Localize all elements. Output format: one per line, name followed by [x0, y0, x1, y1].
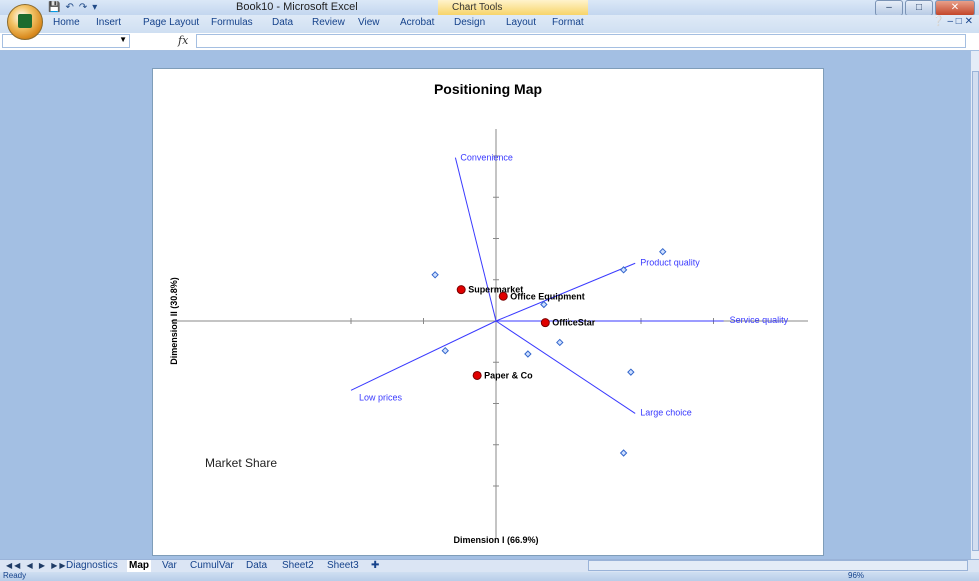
- vertical-scrollbar[interactable]: [970, 51, 979, 559]
- tab-layout[interactable]: Layout: [506, 17, 536, 28]
- diamond-point-6: [659, 247, 667, 256]
- title-bar: 💾 ↶ ↷ ▾ Book10 - Microsoft Excel Chart T…: [0, 0, 979, 16]
- vector-line-0: [454, 157, 497, 322]
- sheet-tab-data[interactable]: Data: [246, 560, 267, 572]
- company-label-3: Paper & Co: [484, 370, 533, 380]
- sheet-tab-map[interactable]: Map: [127, 560, 151, 572]
- status-bar: Ready 96%: [0, 571, 979, 581]
- tab-review[interactable]: Review: [312, 17, 345, 28]
- tab-view[interactable]: View: [358, 17, 380, 28]
- sheet-tab-var[interactable]: Var: [162, 560, 177, 572]
- y-axis-label: Dimension II (30.8%): [169, 277, 179, 365]
- diamond-point-7: [627, 368, 635, 376]
- undo-icon[interactable]: ↶: [65, 2, 73, 13]
- customize-qat-icon[interactable]: ▾: [92, 2, 97, 13]
- office-button[interactable]: [7, 4, 43, 40]
- diamond-point-5: [619, 266, 628, 274]
- close-icon[interactable]: ✕: [935, 0, 975, 16]
- company-point-1: [498, 291, 508, 301]
- company-label-2: OfficeStar: [552, 318, 596, 328]
- diamond-point-1: [441, 346, 449, 355]
- company-point-0: [456, 285, 466, 295]
- insert-sheet-icon[interactable]: ✚: [371, 560, 379, 572]
- diamond-point-3: [524, 350, 532, 358]
- vector-line-3: [495, 320, 636, 414]
- status-text: Ready: [3, 571, 27, 580]
- save-icon[interactable]: 💾: [48, 2, 60, 13]
- formula-input[interactable]: [196, 34, 966, 48]
- diamond-point-4: [556, 338, 564, 347]
- chart-plot: Dimension I (66.9%) Dimension II (30.8%) C…: [169, 129, 808, 545]
- x-axis-label: Dimension I (66.9%): [453, 535, 538, 545]
- redo-icon[interactable]: ↷: [79, 2, 87, 13]
- office-logo-icon: [18, 14, 32, 28]
- vector-label-1: Product quality: [640, 257, 700, 267]
- company-label-1: Office Equipment: [510, 291, 585, 301]
- company-point-2: [540, 318, 550, 328]
- tab-data[interactable]: Data: [272, 17, 293, 28]
- chevron-down-icon[interactable]: ▼: [119, 35, 127, 44]
- diamond-point-8: [619, 449, 628, 457]
- company-point-3: [472, 370, 482, 380]
- vector-label-3: Large choice: [640, 407, 692, 417]
- formula-bar: ▼ fx: [0, 33, 979, 51]
- quick-access-toolbar: 💾 ↶ ↷ ▾: [48, 0, 97, 15]
- scroll-thumb[interactable]: [972, 71, 979, 551]
- sheet-tab-sheet3[interactable]: Sheet3: [327, 560, 359, 572]
- insert-function-button[interactable]: fx: [178, 34, 188, 47]
- sheet-tab-cumulvar[interactable]: CumulVar: [190, 560, 234, 572]
- window-title: Book10 - Microsoft Excel: [236, 1, 358, 13]
- vector-label-0: Convenience: [460, 153, 513, 163]
- diamond-point-0: [431, 271, 439, 279]
- window-controls: – □ ✕: [875, 0, 975, 16]
- sheet-nav-arrows-icon[interactable]: ◀◀ ◀ ▶ ▶▶: [6, 561, 68, 570]
- maximize-icon[interactable]: □: [905, 0, 933, 16]
- sheet-tab-sheet2[interactable]: Sheet2: [282, 560, 314, 572]
- tab-page-layout[interactable]: Page Layout: [143, 17, 199, 28]
- tab-insert[interactable]: Insert: [96, 17, 121, 28]
- sheet-tab-diagnostics[interactable]: Diagnostics: [66, 560, 118, 572]
- horizontal-scrollbar[interactable]: [588, 560, 968, 571]
- ribbon-tab-bar: Home Insert Page Layout Formulas Data Re…: [0, 15, 979, 34]
- tab-home[interactable]: Home: [53, 17, 80, 28]
- vector-label-2: Service quality: [730, 315, 789, 325]
- tab-format[interactable]: Format: [552, 17, 584, 28]
- help-icon[interactable]: ❔ – □ ✕: [932, 16, 973, 27]
- zoom-level[interactable]: 96%: [848, 571, 864, 580]
- tab-formulas[interactable]: Formulas: [211, 17, 253, 28]
- minimize-icon[interactable]: –: [875, 0, 903, 16]
- market-share-textbox: Market Share: [205, 456, 277, 470]
- tab-acrobat[interactable]: Acrobat: [400, 17, 434, 28]
- vector-line-4: [350, 320, 497, 391]
- tab-design[interactable]: Design: [454, 17, 485, 28]
- chart-object[interactable]: Positioning Map Dimension I (66.9%) Dimen…: [152, 68, 824, 556]
- chart-tools-context-tab: Chart Tools: [438, 0, 588, 15]
- vector-label-4: Low prices: [359, 392, 403, 402]
